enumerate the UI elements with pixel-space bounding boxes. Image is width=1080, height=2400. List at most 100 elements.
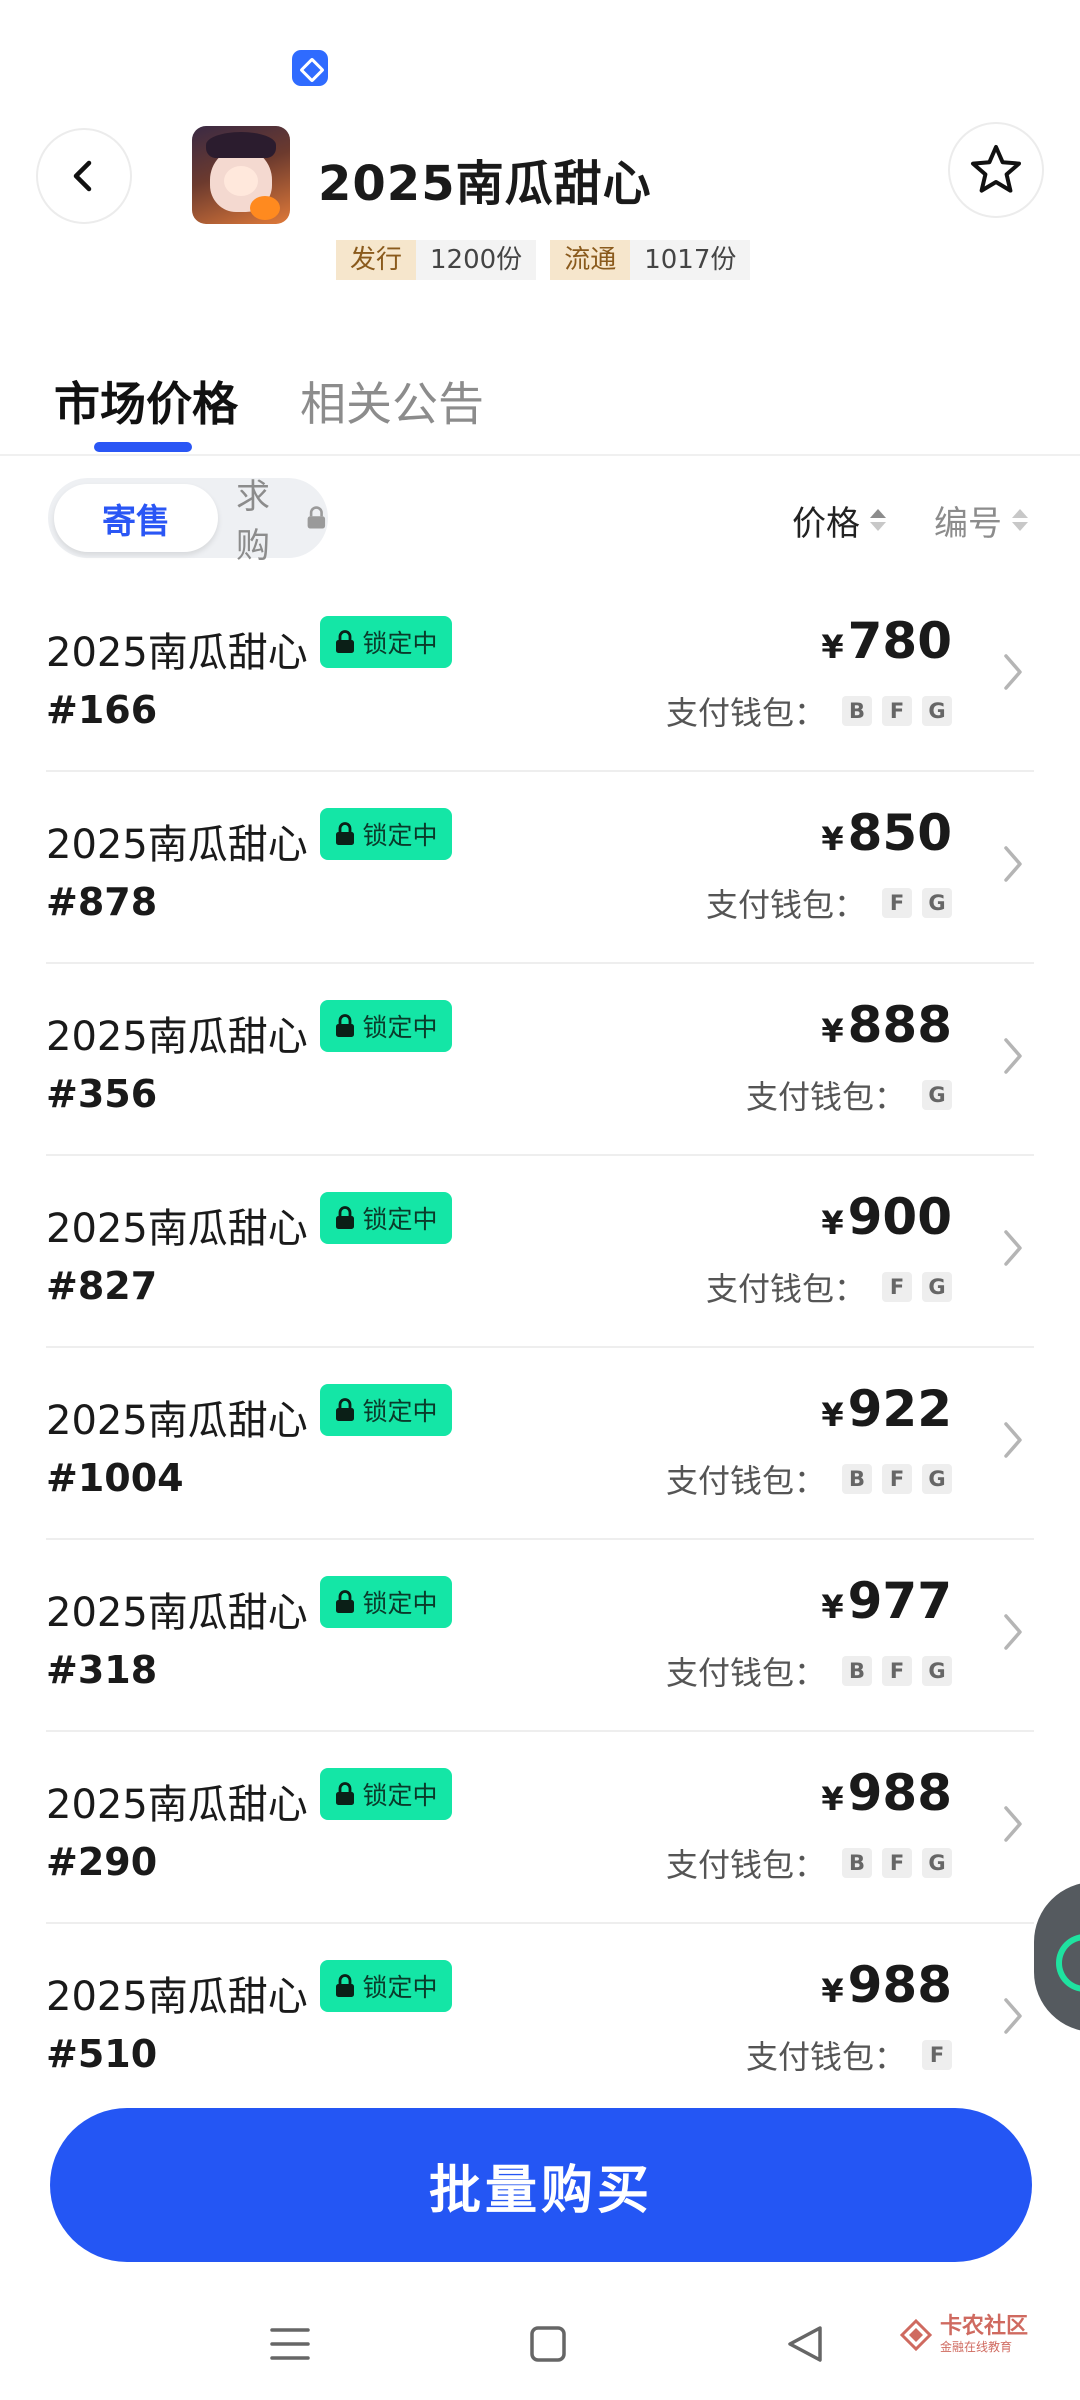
locked-badge-label: 锁定中: [362, 1397, 438, 1426]
lock-icon: [336, 822, 355, 845]
wallet-chip: G: [922, 696, 952, 726]
chevron-right-icon: [1004, 654, 1022, 690]
locked-badge: 锁定中: [320, 1768, 452, 1820]
watermark: 卡农社区 金融在线教育: [898, 2316, 1028, 2353]
listing-number: #356: [46, 1072, 158, 1116]
locked-badge: 锁定中: [320, 1192, 452, 1244]
sort-number-label: 编号: [934, 503, 1002, 544]
payment-wallets: 支付钱包： B F G: [666, 1648, 952, 1694]
wallet-chip: B: [842, 1848, 872, 1878]
wallet-chip: F: [882, 696, 912, 726]
payment-wallets: 支付钱包： B F G: [666, 1456, 952, 1502]
wallet-chip: F: [882, 1272, 912, 1302]
sort-caret-icon: [1012, 509, 1028, 531]
watermark-subtitle: 金融在线教育: [940, 2340, 1013, 2354]
wallet-label: 支付钱包：: [665, 1654, 826, 1692]
listing-row[interactable]: 2025南瓜甜心 锁定中 #510 ¥988 支付钱包： F: [46, 1924, 1034, 2116]
locked-badge: 锁定中: [320, 1384, 452, 1436]
chevron-left-icon: [73, 160, 92, 192]
listing-row[interactable]: 2025南瓜甜心 锁定中 #290 ¥988 支付钱包： B F G: [46, 1732, 1034, 1924]
tab-market-price[interactable]: 市场价格: [54, 368, 238, 434]
wallet-chip: G: [922, 1272, 952, 1302]
price-amount: 977: [847, 1572, 952, 1630]
wallet-chip: F: [922, 2040, 952, 2070]
listing-price: ¥988: [821, 1956, 952, 2014]
sort-by-number[interactable]: 编号: [934, 496, 1028, 544]
wallet-chip: G: [922, 1464, 952, 1494]
listing-number: #166: [46, 688, 158, 732]
tab-announcements[interactable]: 相关公告: [300, 368, 484, 434]
listing-row[interactable]: 2025南瓜甜心 锁定中 #878 ¥850 支付钱包： F G: [46, 772, 1034, 964]
wallet-chip: G: [922, 888, 952, 918]
payment-wallets: 支付钱包： F G: [706, 880, 952, 926]
back-button[interactable]: [36, 128, 132, 224]
back-triangle-icon[interactable]: [784, 2322, 826, 2366]
app-status-icon: [292, 50, 328, 86]
star-outline-icon: [971, 145, 1021, 193]
lock-icon: [307, 506, 326, 529]
listing-name: 2025南瓜甜心: [46, 1974, 308, 2020]
buy-request-label: 求购: [236, 477, 270, 566]
locked-badge-label: 锁定中: [362, 1589, 438, 1618]
issue-value: 1200份: [416, 240, 537, 280]
wallet-chip: G: [922, 1656, 952, 1686]
menu-icon[interactable]: [268, 2324, 312, 2364]
wallet-label: 支付钱包：: [705, 1270, 866, 1308]
locked-badge-label: 锁定中: [362, 629, 438, 658]
listing-name: 2025南瓜甜心: [46, 822, 308, 868]
favorite-button[interactable]: [948, 122, 1044, 218]
issue-label: 发行: [336, 240, 417, 280]
listing-row[interactable]: 2025南瓜甜心 锁定中 #318 ¥977 支付钱包： B F G: [46, 1540, 1034, 1732]
locked-badge-label: 锁定中: [362, 1973, 438, 2002]
listing-row[interactable]: 2025南瓜甜心 锁定中 #1004 ¥922 支付钱包： B F G: [46, 1348, 1034, 1540]
listing-list: 2025南瓜甜心 锁定中 #166 ¥780 支付钱包： B F G 2025南瓜甜心 锁定中 #8…: [46, 580, 1034, 2116]
sort-caret-icon: [870, 509, 886, 531]
listing-type-toggle: 寄售 求购: [48, 477, 328, 566]
currency-symbol: ¥: [821, 1588, 844, 1626]
wallet-chip: F: [882, 1656, 912, 1686]
listing-row[interactable]: 2025南瓜甜心 锁定中 #827 ¥900 支付钱包： F G: [46, 1156, 1034, 1348]
wallet-chip: F: [882, 1464, 912, 1494]
currency-symbol: ¥: [821, 1972, 844, 2010]
sort-by-price[interactable]: 价格: [792, 496, 886, 544]
listing-name: 2025南瓜甜心: [46, 630, 308, 676]
chevron-right-icon: [1004, 1038, 1022, 1074]
price-amount: 988: [847, 1956, 952, 2014]
lock-icon: [336, 1590, 355, 1613]
wallet-chip: F: [882, 1848, 912, 1878]
price-amount: 780: [847, 612, 952, 670]
locked-badge: 锁定中: [320, 808, 452, 860]
consign-option[interactable]: 寄售: [54, 484, 218, 552]
price-amount: 850: [847, 804, 952, 862]
lock-icon: [336, 1782, 355, 1805]
listing-name: 2025南瓜甜心: [46, 1014, 308, 1060]
payment-wallets: 支付钱包： F G: [706, 1264, 952, 1310]
wallet-chip: B: [842, 1656, 872, 1686]
home-icon[interactable]: [528, 2324, 568, 2364]
wallet-chip: G: [922, 1080, 952, 1110]
listing-name: 2025南瓜甜心: [46, 1782, 308, 1828]
floating-side-handle[interactable]: [1034, 1882, 1080, 2032]
listing-price: ¥922: [821, 1380, 952, 1438]
listing-name: 2025南瓜甜心: [46, 1590, 308, 1636]
collection-avatar: [192, 126, 290, 224]
lock-icon: [336, 1974, 355, 1997]
listing-price: ¥850: [821, 804, 952, 862]
currency-symbol: ¥: [821, 1396, 844, 1434]
payment-wallets: 支付钱包： B F G: [666, 688, 952, 734]
price-amount: 900: [847, 1188, 952, 1246]
buy-request-option[interactable]: 求购: [236, 477, 328, 566]
wallet-label: 支付钱包：: [705, 886, 866, 924]
active-tab-indicator: [94, 442, 192, 452]
lock-icon: [336, 1398, 355, 1421]
listing-number: #318: [46, 1648, 158, 1692]
listing-name: 2025南瓜甜心: [46, 1206, 308, 1252]
watermark-title: 卡农社区: [940, 2314, 1029, 2339]
batch-buy-button[interactable]: 批量购买: [50, 2108, 1032, 2262]
listing-row[interactable]: 2025南瓜甜心 锁定中 #356 ¥888 支付钱包： G: [46, 964, 1034, 1156]
currency-symbol: ¥: [821, 1012, 844, 1050]
wallet-label: 支付钱包：: [745, 1078, 906, 1116]
locked-badge: 锁定中: [320, 1960, 452, 2012]
wallet-chip: B: [842, 1464, 872, 1494]
listing-row[interactable]: 2025南瓜甜心 锁定中 #166 ¥780 支付钱包： B F G: [46, 580, 1034, 772]
